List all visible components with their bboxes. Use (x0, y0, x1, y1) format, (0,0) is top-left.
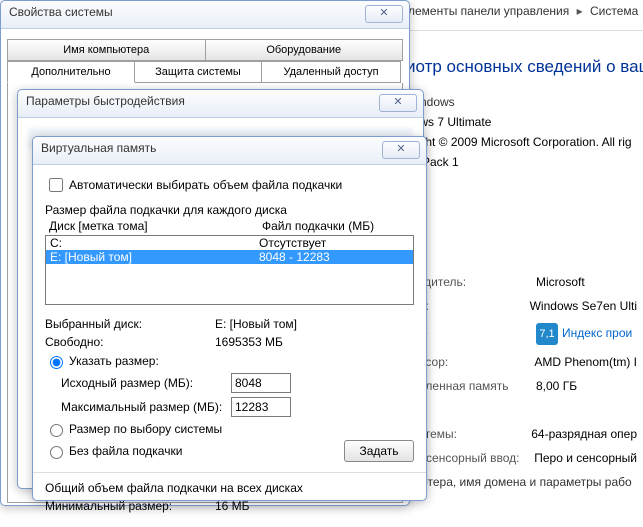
windows-edition: dows 7 Ultimate (406, 115, 637, 129)
close-icon: ✕ (379, 7, 388, 19)
processor-value: AMD Phenom(tm) I (534, 355, 637, 369)
custom-size-radio[interactable] (50, 356, 63, 369)
model-value: Windows Se7en Ulti (530, 299, 637, 313)
window-title: Параметры быстродействия (26, 94, 185, 108)
rating-value: 7,1 Индекс прои (536, 323, 632, 345)
selected-drive-value: E: [Новый том] (215, 317, 297, 331)
close-icon: ✕ (393, 96, 402, 108)
wei-link[interactable]: Индекс прои (562, 326, 632, 340)
min-size-label: Минимальный размер: (45, 499, 215, 513)
max-size-label: Максимальный размер (МБ): (61, 400, 231, 414)
drive-name: E: [Новый том] (50, 250, 259, 264)
tab-hardware[interactable]: Оборудование (205, 39, 404, 61)
close-button[interactable]: ✕ (382, 141, 420, 159)
breadcrumb-item[interactable]: Система (590, 4, 638, 18)
auto-manage-checkbox[interactable] (49, 178, 63, 192)
breadcrumb: лементы панели управления ▸ Система (400, 0, 643, 30)
initial-size-input[interactable] (231, 373, 291, 393)
tab-system-protection[interactable]: Защита системы (134, 61, 262, 83)
no-pagefile-label: Без файла подкачки (69, 444, 182, 458)
list-item[interactable]: C: Отсутствует (46, 236, 413, 250)
no-pagefile-radio[interactable] (50, 446, 63, 459)
wei-score-icon: 7,1 (536, 323, 558, 345)
list-header-pagefile: Файл подкачки (МБ) (262, 219, 412, 233)
max-size-input[interactable] (231, 397, 291, 417)
section-label: Windows (406, 95, 637, 109)
systemtype-value: 64-разрядная опер (531, 427, 637, 441)
free-space-value: 1695353 МБ (215, 335, 283, 349)
drive-pagefile: Отсутствует (259, 236, 409, 250)
system-managed-radio[interactable] (50, 424, 63, 437)
page-heading: иотр основных сведений о вашем (406, 57, 637, 77)
control-panel-system-page: лементы панели управления ▸ Система иотр… (400, 0, 643, 506)
chevron-right-icon: ▸ (577, 4, 583, 18)
auto-manage-label: Автоматически выбирать объем файла подка… (69, 178, 342, 192)
drives-listbox[interactable]: C: Отсутствует E: [Новый том] 8048 - 122… (45, 235, 414, 305)
free-space-label: Свободно: (45, 335, 215, 349)
tab-remote[interactable]: Удаленный доступ (261, 61, 401, 83)
memory-value: 8,00 ГБ (536, 379, 577, 393)
list-header-disk: Диск [метка тома] (49, 219, 262, 233)
initial-size-label: Исходный размер (МБ): (61, 376, 231, 390)
window-title: Виртуальная память (41, 141, 156, 155)
drive-name: C: (50, 236, 259, 250)
pentouch-value: Перо и сенсорный (534, 451, 637, 465)
close-button[interactable]: ✕ (379, 94, 417, 112)
drive-pagefile: 8048 - 12283 (259, 250, 409, 264)
breadcrumb-item[interactable]: лементы панели управления (408, 4, 569, 18)
computer-name-domain-text: пьютера, имя домена и параметры рабо (406, 475, 637, 489)
virtual-memory-titlebar[interactable]: Виртуальная память ✕ (33, 137, 426, 165)
performance-options-titlebar[interactable]: Параметры быстродействия ✕ (18, 90, 423, 118)
tab-advanced[interactable]: Дополнительно (7, 61, 135, 83)
tab-computer-name[interactable]: Имя компьютера (7, 39, 206, 61)
system-managed-label: Размер по выбору системы (69, 422, 222, 436)
copyright-text: yright © 2009 Microsoft Corporation. All… (406, 135, 637, 149)
window-title: Свойства системы (9, 5, 113, 19)
selected-drive-label: Выбранный диск: (45, 317, 215, 331)
divider (33, 472, 426, 473)
custom-size-label: Указать размер: (69, 354, 159, 368)
set-button[interactable]: Задать (344, 440, 414, 462)
manufacturer-value: Microsoft (536, 275, 585, 289)
list-item[interactable]: E: [Новый том] 8048 - 12283 (46, 250, 413, 264)
min-size-value: 16 МБ (215, 499, 250, 513)
close-button[interactable]: ✕ (365, 5, 403, 23)
drives-list-caption: Размер файла подкачки для каждого диска (45, 203, 414, 217)
close-icon: ✕ (396, 143, 405, 155)
service-pack: ce Pack 1 (406, 155, 637, 169)
virtual-memory-window: Виртуальная память ✕ Автоматически выбир… (32, 136, 427, 501)
total-pagefile-caption: Общий объем файла подкачки на всех диска… (45, 481, 414, 495)
system-properties-titlebar[interactable]: Свойства системы ✕ (1, 1, 409, 29)
